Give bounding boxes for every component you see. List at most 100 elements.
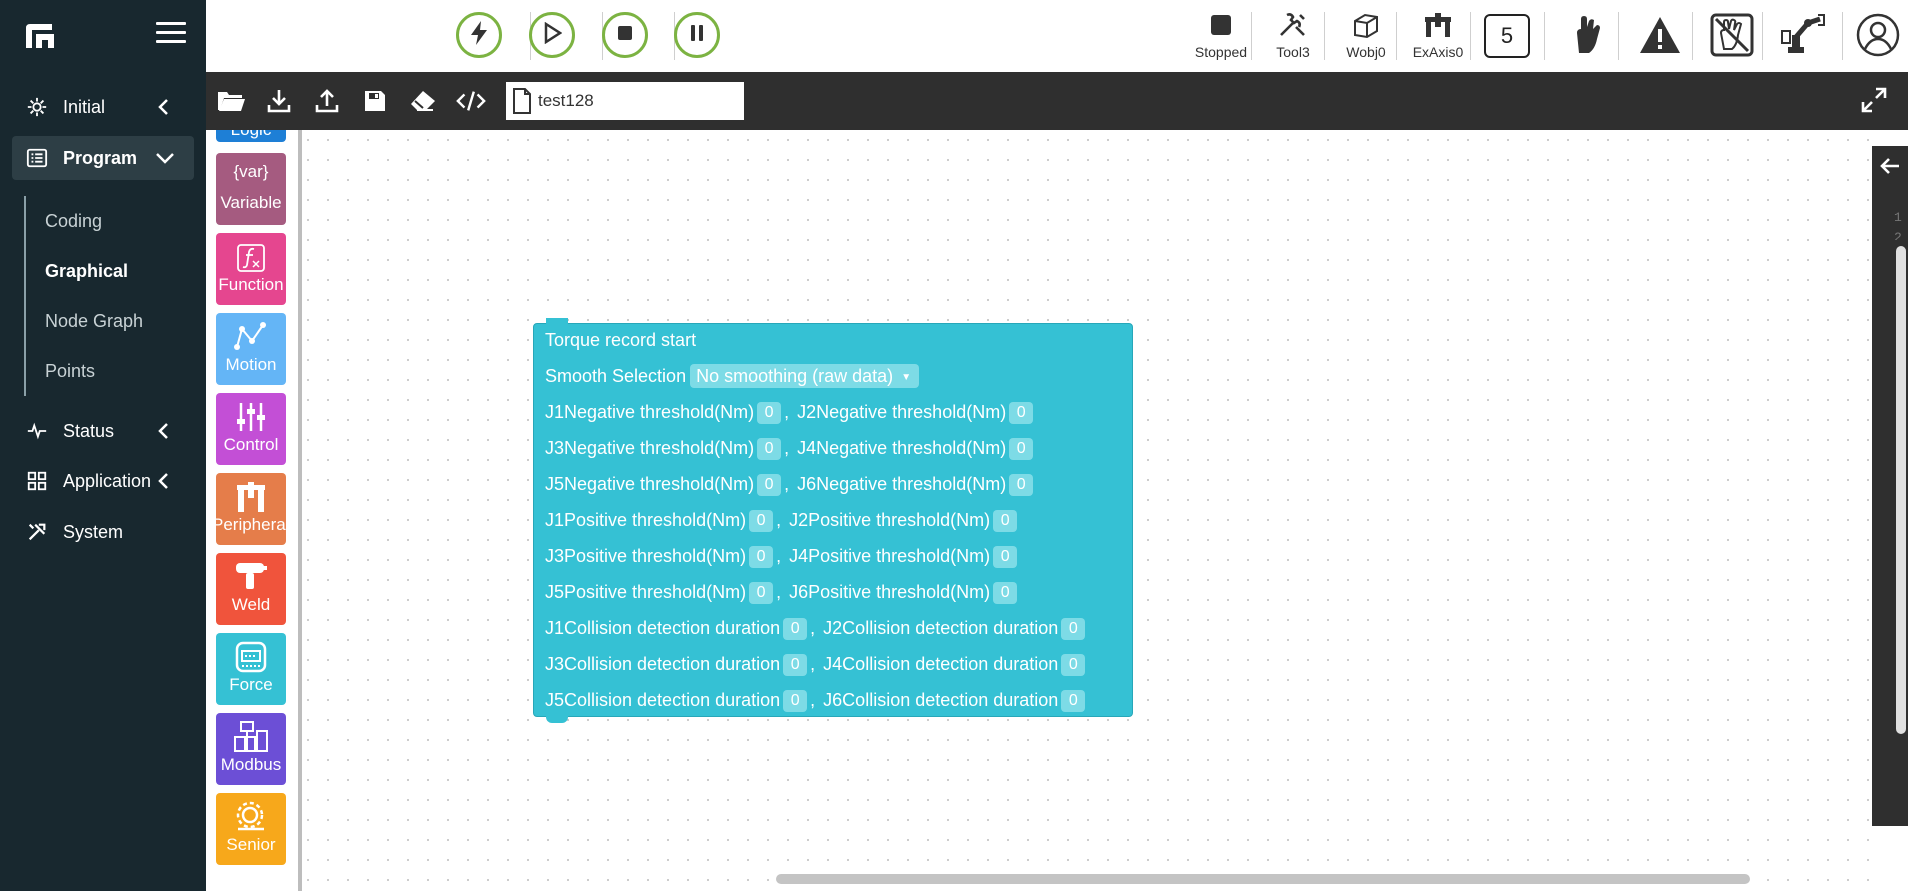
variable-icon: {var} (233, 162, 269, 181)
play-button[interactable] (529, 12, 575, 58)
nav-system-label: System (63, 521, 124, 542)
separator: , (810, 690, 816, 710)
category-senior[interactable]: Senior (216, 793, 286, 865)
subnav-graphical[interactable]: Graphical (26, 246, 196, 296)
field-label: J2Negative threshold(Nm) (797, 402, 1007, 422)
wrench-icon (1257, 10, 1329, 40)
value-input[interactable]: 0 (783, 618, 808, 640)
hand-guide-button[interactable] (1552, 12, 1624, 66)
gantry-icon (216, 473, 286, 513)
subnav-coding[interactable]: Coding (26, 196, 196, 246)
value-input[interactable]: 0 (749, 582, 774, 604)
cube-icon (1330, 10, 1402, 40)
download-icon[interactable] (264, 86, 294, 116)
nav-initial[interactable]: Initial (12, 85, 194, 129)
category-motion[interactable]: Motion (216, 313, 286, 385)
nav-program[interactable]: Program (12, 136, 194, 180)
category-function[interactable]: Function (216, 233, 286, 305)
function-icon (216, 233, 286, 273)
category-force-label: Force (229, 675, 273, 694)
pause-button[interactable] (674, 12, 720, 58)
threshold-row: J5Collision detection duration 0, J6Collis… (545, 686, 1088, 714)
hand-icon (1552, 12, 1624, 58)
menu-toggle-icon[interactable] (156, 22, 186, 48)
category-modbus-label: Modbus (220, 755, 282, 774)
toolbox-scrollbar[interactable] (298, 130, 302, 891)
divider (1324, 12, 1325, 60)
folder-open-icon[interactable] (216, 86, 246, 116)
field-label: J1Collision detection duration (545, 618, 781, 638)
smooth-selection-dropdown[interactable]: No smoothing (raw data) ▼ (690, 364, 920, 388)
divider (1396, 12, 1397, 60)
torque-record-start-block[interactable]: Torque record start Smooth Selection No s… (533, 318, 1133, 723)
block-title: Torque record start (545, 330, 697, 350)
value-input[interactable]: 0 (993, 582, 1018, 604)
category-weld[interactable]: Weld (216, 553, 286, 625)
status-tool[interactable]: Tool3 (1257, 10, 1329, 64)
filename-field[interactable] (506, 82, 744, 120)
stop-button[interactable] (602, 12, 648, 58)
category-logic[interactable]: Logic (216, 130, 286, 142)
value-input[interactable]: 0 (1061, 618, 1086, 640)
value-input[interactable]: 0 (1061, 690, 1086, 712)
workspace-horizontal-scrollbar[interactable] (776, 874, 1750, 884)
code-icon[interactable] (456, 86, 486, 116)
value-input[interactable]: 0 (1061, 654, 1086, 676)
field-label: J5Positive threshold(Nm) (545, 582, 747, 602)
nav-status[interactable]: Status (12, 409, 194, 453)
eraser-icon[interactable] (408, 86, 438, 116)
value-input[interactable]: 0 (783, 690, 808, 712)
category-force[interactable]: Force (216, 633, 286, 705)
status-stopped[interactable]: Stopped (1185, 10, 1257, 64)
upload-icon[interactable] (312, 86, 342, 116)
warning-icon (1624, 12, 1696, 58)
weld-gun-icon (216, 553, 286, 593)
value-input[interactable]: 0 (757, 474, 782, 496)
hand-stop-icon (1696, 12, 1768, 58)
category-senior-label: Senior (226, 835, 276, 854)
status-wobj[interactable]: Wobj0 (1330, 10, 1402, 64)
program-subnav: Coding Graphical Node Graph Points (24, 196, 196, 396)
value-input[interactable]: 0 (1009, 402, 1034, 424)
sliders-icon (216, 393, 286, 433)
subnav-node-graph[interactable]: Node Graph (26, 296, 196, 346)
filename-input[interactable] (536, 82, 740, 120)
speed-box[interactable]: 5 (1484, 14, 1530, 58)
user-button[interactable] (1842, 12, 1908, 66)
value-input[interactable]: 0 (993, 510, 1018, 532)
app-logo[interactable] (22, 18, 58, 54)
value-input[interactable]: 0 (1009, 474, 1034, 496)
value-input[interactable]: 0 (1009, 438, 1034, 460)
enable-button[interactable] (456, 12, 502, 58)
value-input[interactable]: 0 (749, 546, 774, 568)
smooth-selection-value: No smoothing (raw data) (696, 366, 894, 386)
value-input[interactable]: 0 (757, 438, 782, 460)
status-exaxis[interactable]: ExAxis0 (1402, 10, 1474, 64)
stop-icon (617, 25, 633, 46)
warning-button[interactable] (1624, 12, 1696, 66)
code-preview-scrollbar[interactable] (1896, 246, 1906, 734)
no-touch-button[interactable] (1696, 12, 1768, 66)
value-input[interactable]: 0 (993, 546, 1018, 568)
subnav-points[interactable]: Points (26, 346, 196, 396)
nav-system[interactable]: System (12, 510, 194, 554)
tools-icon (24, 519, 50, 545)
fullscreen-icon[interactable] (1860, 86, 1888, 114)
category-control[interactable]: Control (216, 393, 286, 465)
field-label: J6Positive threshold(Nm) (789, 582, 991, 602)
divider (1692, 12, 1693, 60)
arrow-left-icon[interactable] (1872, 146, 1908, 186)
separator: , (784, 402, 790, 422)
threshold-row: J5Positive threshold(Nm) 0, J6Positive thr… (545, 578, 1020, 606)
robot-button[interactable] (1768, 12, 1840, 66)
category-variable[interactable]: {var} Variable (216, 153, 286, 225)
value-input[interactable]: 0 (783, 654, 808, 676)
category-peripheral[interactable]: Peripheral (216, 473, 286, 545)
value-input[interactable]: 0 (749, 510, 774, 532)
save-icon[interactable] (360, 86, 390, 116)
nav-application[interactable]: Application (12, 459, 194, 503)
field-label: J1Positive threshold(Nm) (545, 510, 747, 530)
category-modbus[interactable]: Modbus (216, 713, 286, 785)
value-input[interactable]: 0 (757, 402, 782, 424)
divider (1762, 12, 1763, 60)
